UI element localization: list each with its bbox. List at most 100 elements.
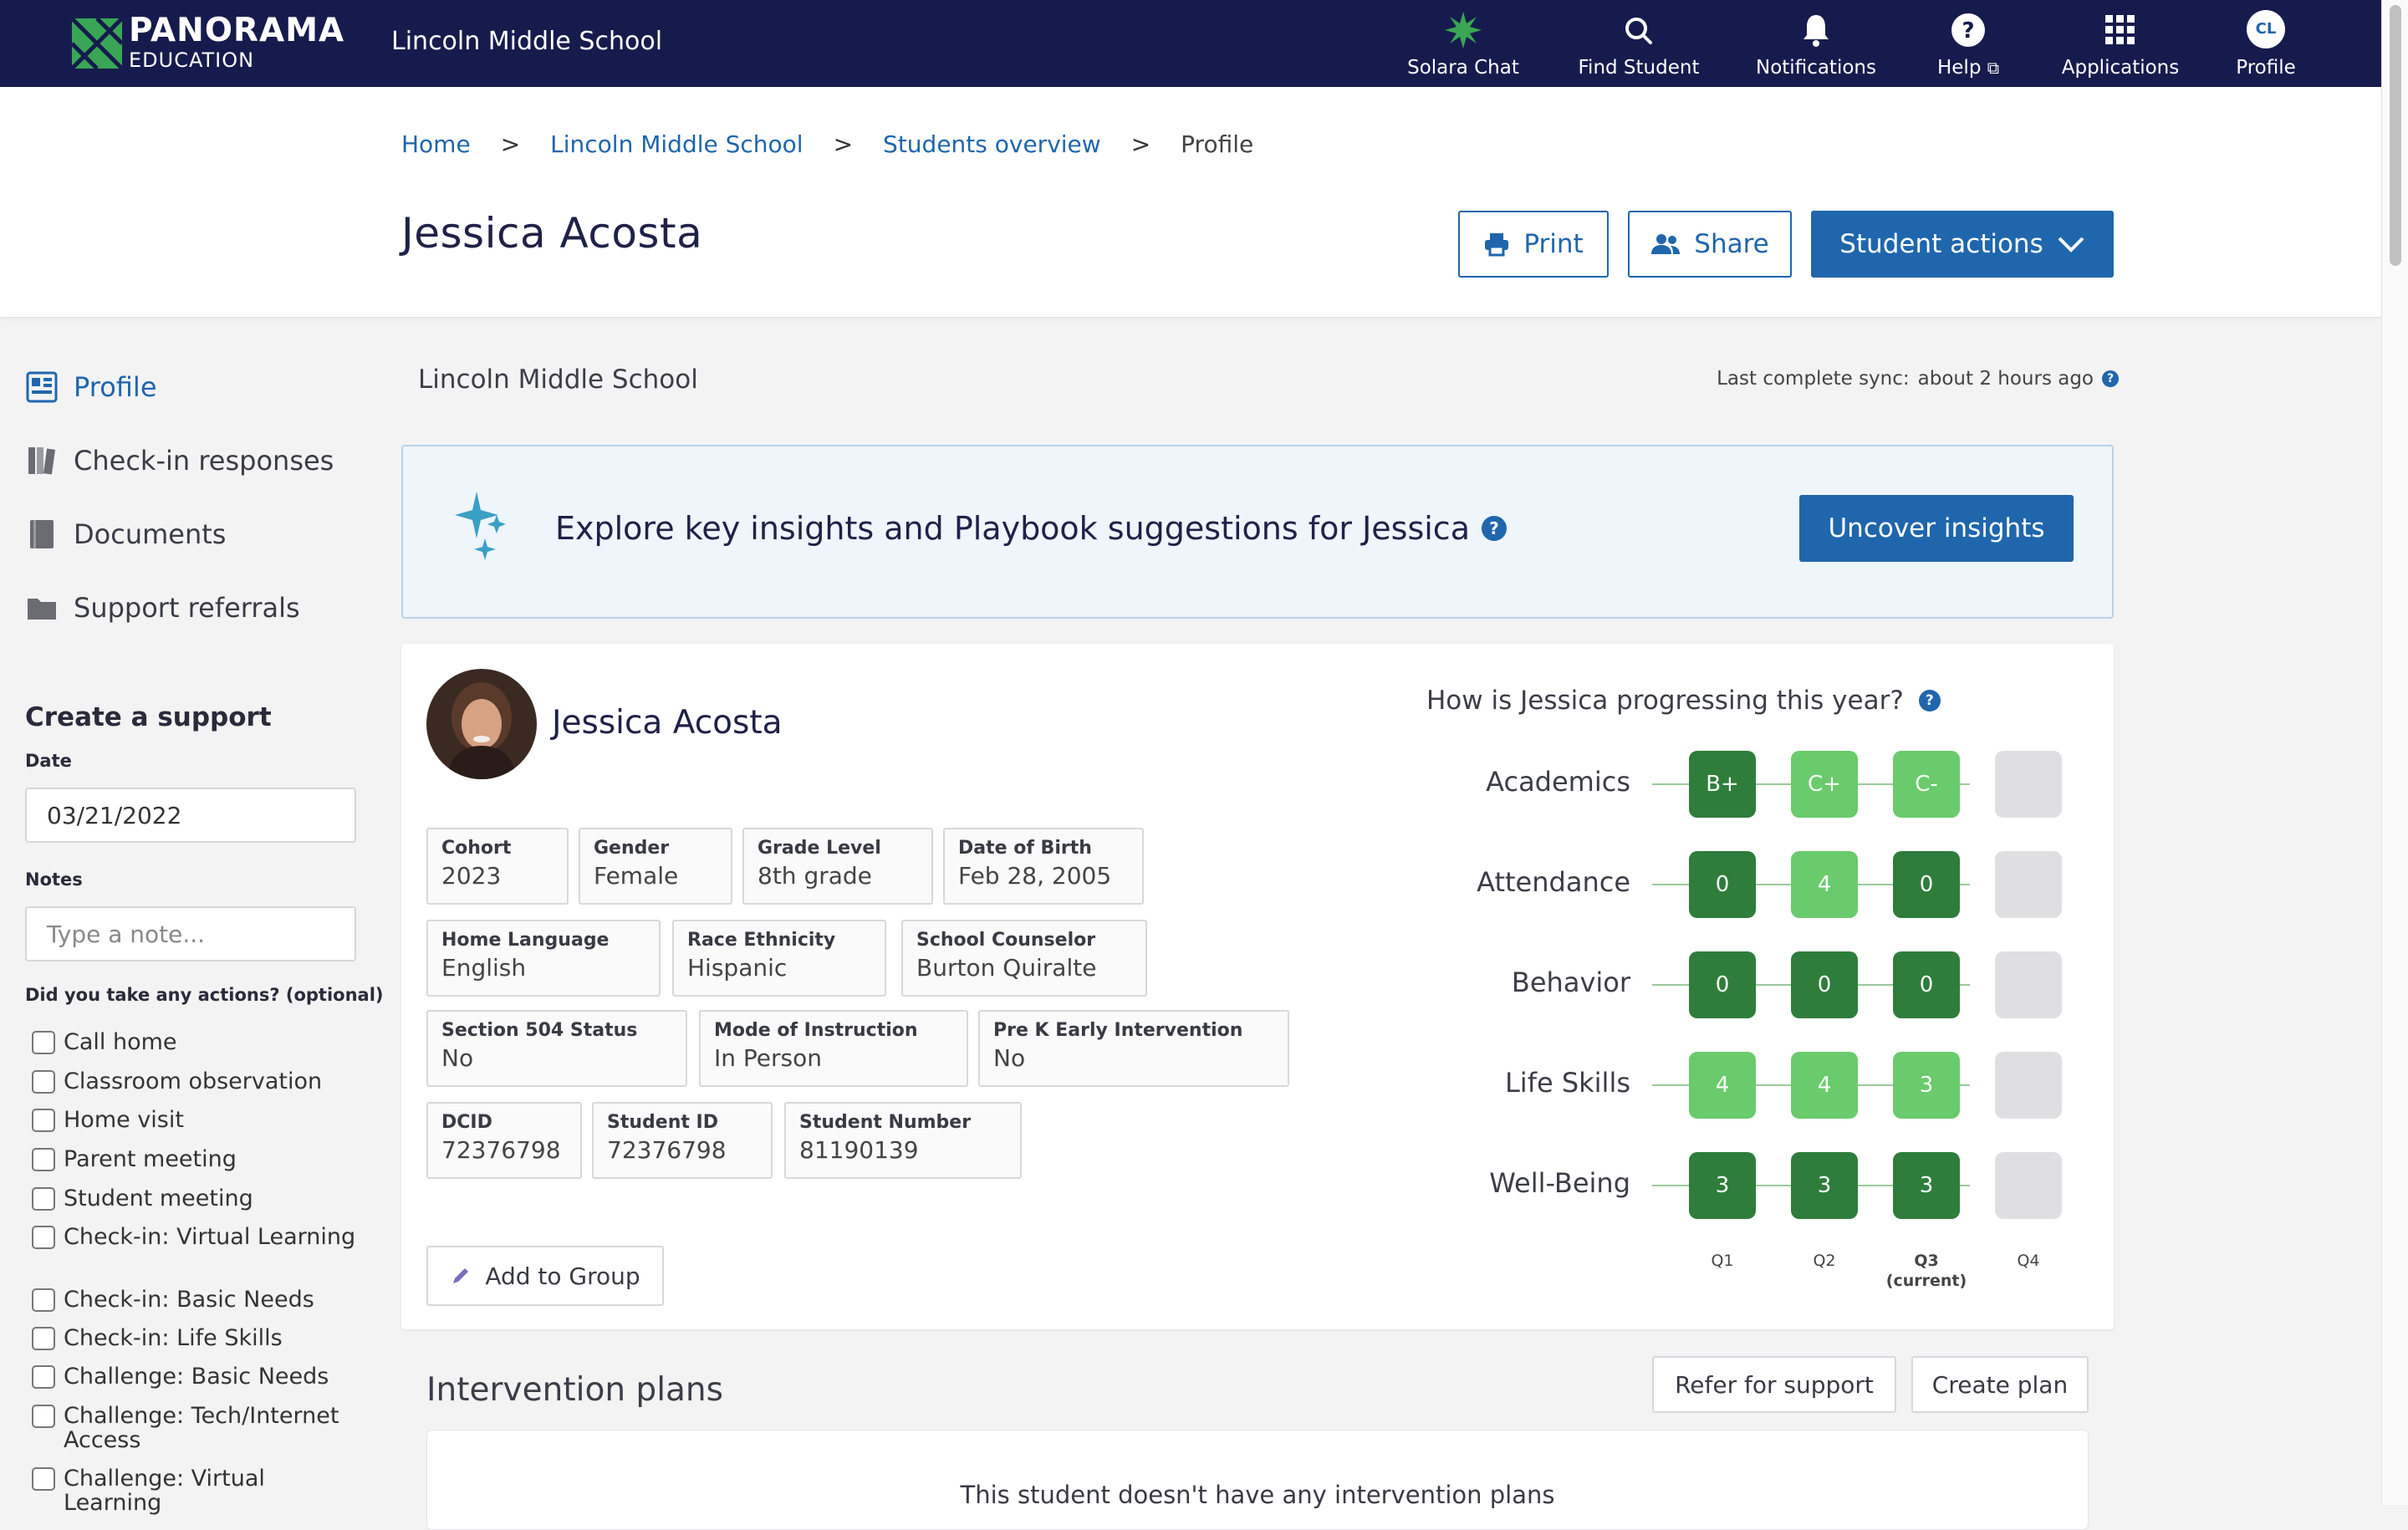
- checkbox[interactable]: [32, 1327, 55, 1350]
- field-label: School Counselor: [916, 930, 1096, 951]
- sidebar-item-support-referrals[interactable]: Support referrals: [25, 587, 300, 629]
- nav-find-label: Find Student: [1578, 57, 1700, 79]
- help-circle-icon[interactable]: ?: [1481, 516, 1507, 541]
- checkbox[interactable]: [32, 1070, 55, 1094]
- nav-notifications[interactable]: Notifications: [1752, 7, 1880, 82]
- progress-cell[interactable]: 3: [1791, 1152, 1858, 1219]
- checkbox-challenge-basic-needs[interactable]: Challenge: Basic Needs: [32, 1364, 366, 1389]
- checkbox-call-home[interactable]: Call home: [32, 1030, 366, 1054]
- progress-cell[interactable]: 0: [1791, 951, 1858, 1018]
- share-button[interactable]: Share: [1628, 211, 1792, 278]
- progress-cell[interactable]: 3: [1893, 1052, 1960, 1119]
- checkbox-checkin-life-skills[interactable]: Check-in: Life Skills: [32, 1326, 366, 1350]
- checkbox-label: Call home: [64, 1029, 177, 1055]
- progress-row-label: Academics: [1486, 766, 1630, 798]
- page-title: Jessica Acosta: [401, 209, 703, 258]
- progress-cell[interactable]: 0: [1689, 951, 1756, 1018]
- checkbox[interactable]: [32, 1405, 55, 1428]
- checkbox[interactable]: [32, 1467, 55, 1491]
- progress-cell[interactable]: 3: [1689, 1152, 1756, 1219]
- progress-cell[interactable]: 3: [1893, 1152, 1960, 1219]
- field-label: Student Number: [799, 1112, 972, 1133]
- checkbox-checkin-basic-needs[interactable]: Check-in: Basic Needs: [32, 1288, 366, 1312]
- checkbox-challenge-virtual-learning[interactable]: Challenge: Virtual Learning: [32, 1466, 366, 1515]
- checkbox[interactable]: [32, 1031, 55, 1054]
- date-input[interactable]: 03/21/2022: [25, 788, 356, 843]
- progress-cell[interactable]: 4: [1791, 851, 1858, 918]
- profile-initials: CL: [2247, 10, 2285, 48]
- field-label: Cohort: [441, 838, 512, 859]
- top-navigation-bar: PANORAMA EDUCATION Lincoln Middle School…: [0, 0, 2381, 87]
- help-circle-icon[interactable]: ?: [2102, 370, 2119, 387]
- nav-notifications-label: Notifications: [1756, 57, 1876, 79]
- checkbox[interactable]: [32, 1148, 55, 1171]
- checkbox[interactable]: [32, 1226, 55, 1249]
- progress-cell[interactable]: C+: [1791, 751, 1858, 818]
- brand-subtitle: EDUCATION: [129, 48, 255, 72]
- scrollbar-thumb[interactable]: [2390, 5, 2401, 266]
- progress-cell[interactable]: B+: [1689, 751, 1756, 818]
- checkbox-checkin-virtual-learning[interactable]: Check-in: Virtual Learning: [32, 1225, 366, 1249]
- student-actions-button[interactable]: Student actions: [1811, 211, 2114, 278]
- uncover-insights-button[interactable]: Uncover insights: [1799, 495, 2074, 562]
- add-to-group-button[interactable]: Add to Group: [426, 1246, 664, 1306]
- sidebar-item-label: Support referrals: [74, 592, 300, 624]
- nav-help[interactable]: ? Help ⧉: [1923, 7, 2013, 82]
- notes-input[interactable]: Type a note...: [25, 906, 356, 961]
- progress-cell[interactable]: 4: [1689, 1052, 1756, 1119]
- checkbox[interactable]: [32, 1365, 55, 1389]
- checkbox-classroom-observation[interactable]: Classroom observation: [32, 1069, 366, 1094]
- field-value: 2023: [441, 862, 502, 890]
- checkbox[interactable]: [32, 1288, 55, 1312]
- progress-cell[interactable]: 0: [1893, 951, 1960, 1018]
- create-plan-button[interactable]: Create plan: [1911, 1356, 2089, 1413]
- nav-find-student[interactable]: Find Student: [1572, 7, 1706, 82]
- progress-cell[interactable]: 4: [1791, 1052, 1858, 1119]
- print-button[interactable]: Print: [1458, 211, 1609, 278]
- nav-profile[interactable]: CL Profile: [2224, 7, 2308, 82]
- field-student-number: Student Number 81190139: [784, 1102, 1022, 1179]
- progress-cell: [1995, 951, 2062, 1018]
- sidebar-item-documents[interactable]: Documents: [25, 513, 226, 555]
- checkbox-label: Parent meeting: [64, 1146, 237, 1172]
- checkbox-home-visit[interactable]: Home visit: [32, 1108, 366, 1132]
- checkbox-student-meeting[interactable]: Student meeting: [32, 1186, 366, 1211]
- school-name[interactable]: Lincoln Middle School: [391, 27, 662, 56]
- breadcrumb-home[interactable]: Home: [401, 130, 471, 158]
- checkbox-challenge-tech-internet[interactable]: Challenge: Tech/Internet Access: [32, 1404, 366, 1452]
- sidebar-item-profile[interactable]: Profile: [25, 366, 157, 408]
- nav-solara-chat[interactable]: Solara Chat: [1405, 7, 1522, 82]
- checkbox-parent-meeting[interactable]: Parent meeting: [32, 1147, 366, 1171]
- field-label: Gender: [594, 838, 670, 859]
- refer-for-support-button[interactable]: Refer for support: [1652, 1356, 1896, 1413]
- progress-cell: [1995, 851, 2062, 918]
- quarter-label-current: Q3 (current): [1885, 1252, 1967, 1290]
- field-pre-k-early-intervention: Pre K Early Intervention No: [978, 1010, 1289, 1087]
- sidebar-item-check-in-responses[interactable]: Check-in responses: [25, 440, 334, 482]
- progress-cell: [1995, 1152, 2062, 1219]
- breadcrumb-students-overview[interactable]: Students overview: [883, 130, 1101, 158]
- nav-applications[interactable]: Applications: [2053, 7, 2187, 82]
- field-value: In Person: [714, 1044, 822, 1072]
- chevron-down-icon: [2058, 237, 2084, 252]
- nav-solara-label: Solara Chat: [1407, 57, 1519, 79]
- field-value: Hispanic: [687, 954, 788, 982]
- breadcrumb-school[interactable]: Lincoln Middle School: [550, 130, 803, 158]
- breadcrumb-separator: >: [500, 130, 521, 158]
- panorama-logo-icon[interactable]: [70, 17, 124, 70]
- checkbox-label: Check-in: Virtual Learning: [64, 1224, 356, 1250]
- help-circle-icon[interactable]: ?: [1918, 690, 1941, 711]
- quarter-label: Q2: [1813, 1252, 1836, 1270]
- document-icon: [30, 520, 54, 548]
- checkbox[interactable]: [32, 1187, 55, 1211]
- insights-message: Explore key insights and Playbook sugges…: [555, 510, 1470, 547]
- vertical-scrollbar[interactable]: [2381, 0, 2408, 1505]
- progress-row-label: Well-Being: [1489, 1167, 1630, 1199]
- checkbox[interactable]: [32, 1109, 55, 1132]
- checkbox-label: Home visit: [64, 1107, 184, 1133]
- progress-cell[interactable]: 0: [1893, 851, 1960, 918]
- progress-cell[interactable]: 0: [1689, 851, 1756, 918]
- insights-banner: Explore key insights and Playbook sugges…: [401, 445, 2114, 619]
- progress-cell[interactable]: C-: [1893, 751, 1960, 818]
- avatar: [426, 669, 537, 779]
